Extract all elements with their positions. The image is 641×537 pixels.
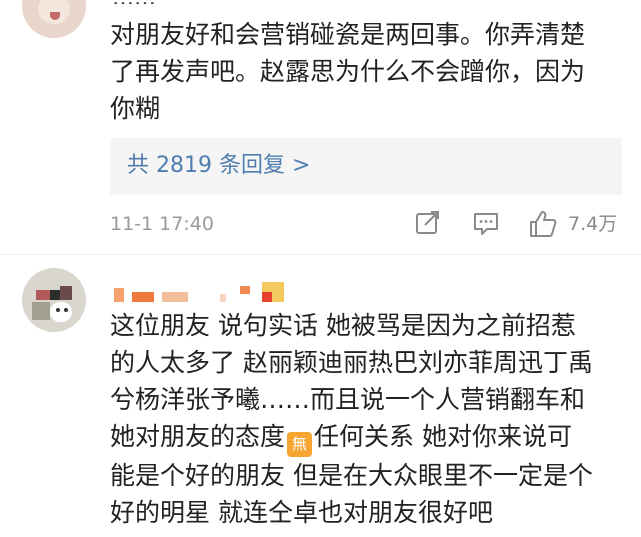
comment-text: 这位朋友 说句实话 她被骂是因为之前招惹 的人太多了 赵丽颖迪丽热巴刘亦菲周迅丁… <box>110 307 625 531</box>
comment-1: …… 对朋友好和会营销碰瓷是两回事。你弄清楚 了再发声吧。赵露思为什么不会蹭你，… <box>0 0 641 256</box>
comment-meta-row: 11-1 17:40 7.4万 <box>0 209 641 239</box>
share-button[interactable] <box>414 209 442 239</box>
like-button[interactable] <box>528 209 558 239</box>
timestamp: 11-1 17:40 <box>110 213 214 235</box>
avatar[interactable] <box>22 0 86 38</box>
username-cropped[interactable]: …… <box>112 0 252 4</box>
divider <box>0 254 641 255</box>
avatar[interactable] <box>22 268 86 332</box>
username-obscured[interactable] <box>110 282 310 304</box>
like-icon <box>530 211 557 237</box>
replies-box[interactable]: 共 2819 条回复 > <box>110 138 622 195</box>
comment-icon <box>474 213 498 235</box>
share-icon <box>416 211 439 234</box>
comment-button[interactable] <box>472 209 500 239</box>
comment-2: 这位朋友 说句实话 她被骂是因为之前招惹 的人太多了 赵丽颖迪丽热巴刘亦菲周迅丁… <box>0 258 641 537</box>
comment-text: 对朋友好和会营销碰瓷是两回事。你弄清楚 了再发声吧。赵露思为什么不会蹭你，因为 … <box>110 20 586 123</box>
wu-emoji-icon: 無 <box>287 432 313 457</box>
view-replies-link[interactable]: 共 2819 条回复 > <box>127 152 310 180</box>
like-count: 7.4万 <box>568 213 618 235</box>
